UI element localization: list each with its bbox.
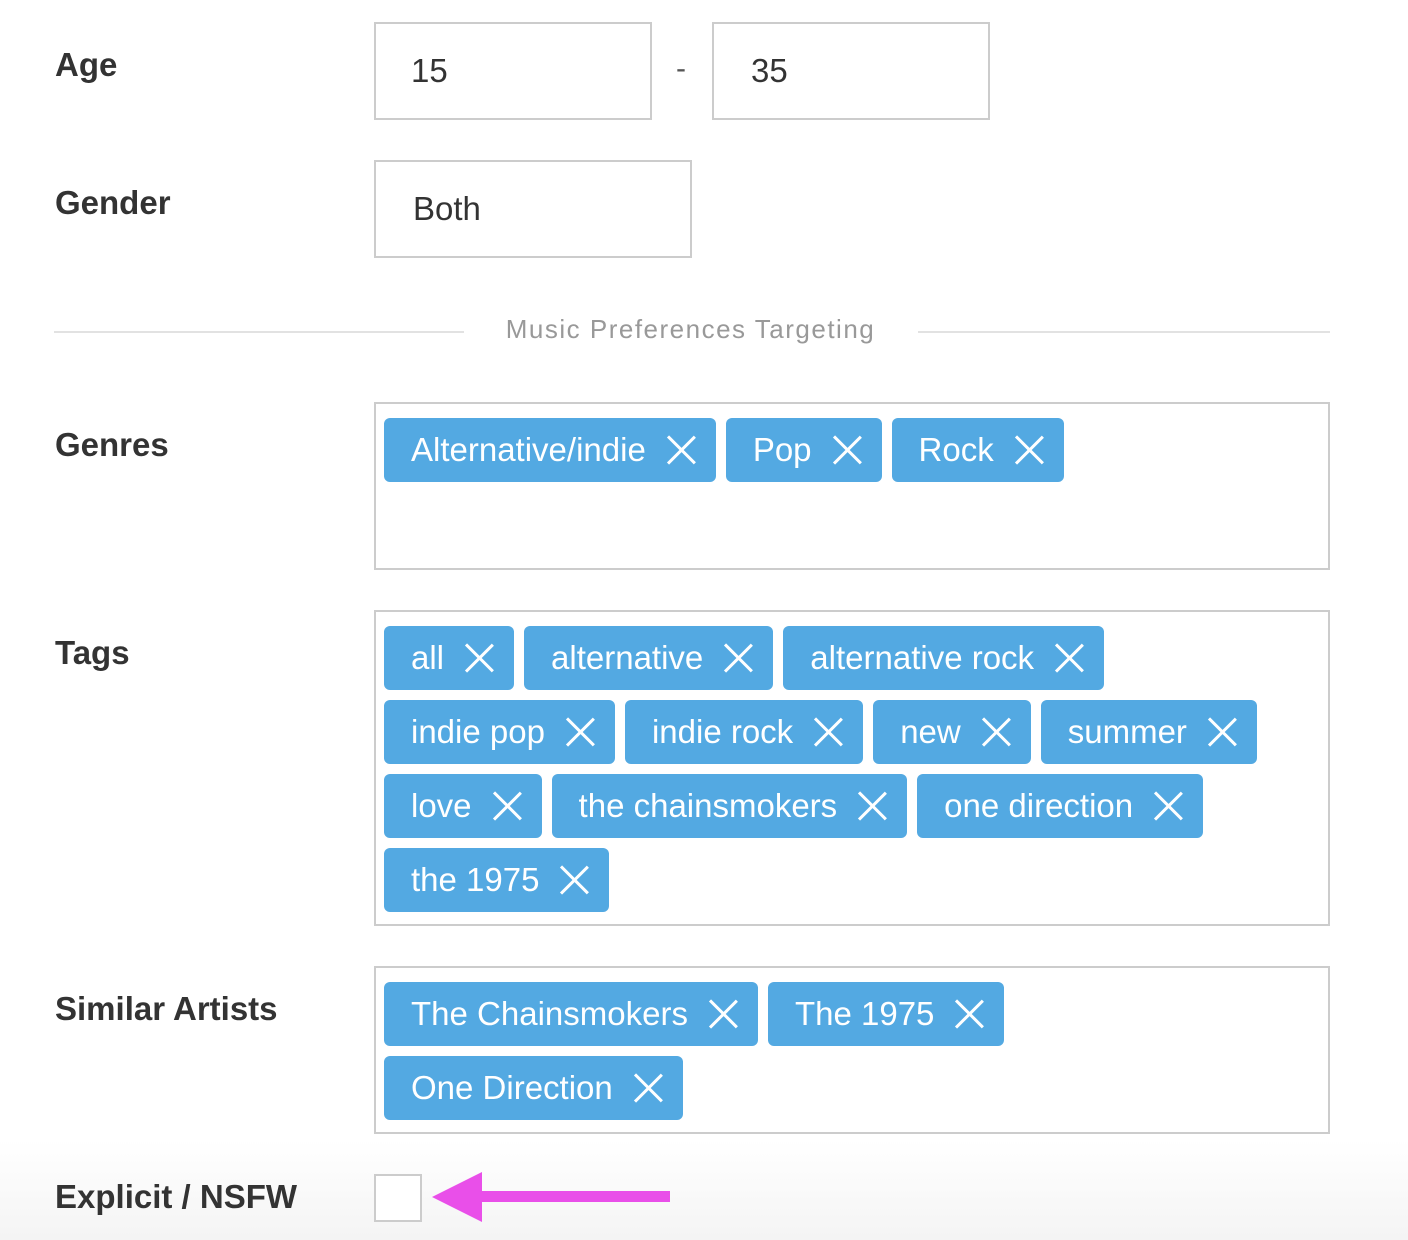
tag-label: The 1975 bbox=[794, 995, 935, 1032]
tag-label: Alternative/indie bbox=[411, 431, 646, 468]
age-separator: - bbox=[676, 52, 686, 85]
similar-artists-label: Similar Artists bbox=[55, 990, 278, 1027]
tag-label: all bbox=[411, 639, 445, 676]
remove-icon[interactable] bbox=[1207, 717, 1237, 747]
artist-tag[interactable]: The Chainsmokers bbox=[384, 982, 758, 1046]
tag-chip[interactable]: love bbox=[384, 774, 542, 838]
divider-line-right bbox=[918, 331, 1330, 333]
tag-label: new bbox=[900, 713, 961, 750]
tag-label: One Direction bbox=[411, 1069, 613, 1106]
gender-select[interactable]: Both bbox=[374, 160, 692, 258]
remove-icon[interactable] bbox=[981, 717, 1011, 747]
tag-label: alternative bbox=[551, 639, 704, 676]
remove-icon[interactable] bbox=[666, 435, 696, 465]
genre-tag[interactable]: Rock bbox=[891, 418, 1064, 482]
genres-label: Genres bbox=[55, 426, 169, 463]
remove-icon[interactable] bbox=[1014, 435, 1044, 465]
genre-tag[interactable]: Alternative/indie bbox=[384, 418, 716, 482]
tag-chip[interactable]: the chainsmokers bbox=[551, 774, 908, 838]
tag-label: the chainsmokers bbox=[578, 787, 838, 824]
tag-label: indie rock bbox=[651, 713, 794, 750]
tag-chip[interactable]: one direction bbox=[917, 774, 1204, 838]
artist-tag[interactable]: The 1975 bbox=[767, 982, 1005, 1046]
remove-icon[interactable] bbox=[708, 999, 738, 1029]
tag-label: alternative rock bbox=[810, 639, 1035, 676]
tag-label: indie pop bbox=[411, 713, 545, 750]
tag-chip[interactable]: alternative rock bbox=[783, 626, 1105, 690]
remove-icon[interactable] bbox=[633, 1073, 663, 1103]
age-min-input[interactable]: 15 bbox=[374, 22, 652, 120]
remove-icon[interactable] bbox=[1054, 643, 1084, 673]
remove-icon[interactable] bbox=[723, 643, 753, 673]
age-max-value: 35 bbox=[751, 52, 788, 89]
age-min-value: 15 bbox=[411, 52, 448, 89]
gender-value: Both bbox=[413, 190, 481, 227]
explicit-label: Explicit / NSFW bbox=[55, 1178, 298, 1215]
tag-label: love bbox=[411, 787, 472, 824]
remove-icon[interactable] bbox=[857, 791, 887, 821]
remove-icon[interactable] bbox=[832, 435, 862, 465]
annotation-arrow-icon bbox=[432, 1172, 670, 1222]
tag-chip[interactable]: all bbox=[384, 626, 515, 690]
gender-label: Gender bbox=[55, 184, 171, 221]
remove-icon[interactable] bbox=[954, 999, 984, 1029]
tag-label: summer bbox=[1067, 713, 1187, 750]
tag-chip[interactable]: indie pop bbox=[384, 700, 615, 764]
tag-chip[interactable]: summer bbox=[1040, 700, 1257, 764]
age-label: Age bbox=[55, 46, 118, 83]
tag-label: Rock bbox=[918, 431, 994, 468]
tags-tag-input[interactable]: all alternative alternative rock indie p… bbox=[374, 610, 1330, 926]
remove-icon[interactable] bbox=[492, 791, 522, 821]
tag-label: the 1975 bbox=[411, 861, 540, 898]
tag-chip[interactable]: the 1975 bbox=[384, 848, 610, 912]
tag-label: one direction bbox=[944, 787, 1134, 824]
section-divider-title: Music Preferences Targeting bbox=[505, 314, 876, 344]
tag-chip[interactable]: alternative bbox=[524, 626, 774, 690]
tag-chip[interactable]: new bbox=[873, 700, 1031, 764]
genre-tag[interactable]: Pop bbox=[725, 418, 882, 482]
remove-icon[interactable] bbox=[559, 865, 589, 895]
divider-line-left bbox=[54, 331, 464, 333]
tag-label: Pop bbox=[752, 431, 812, 468]
tag-label: The Chainsmokers bbox=[411, 995, 688, 1032]
tags-label: Tags bbox=[55, 634, 130, 671]
age-max-input[interactable]: 35 bbox=[712, 22, 990, 120]
remove-icon[interactable] bbox=[1153, 791, 1183, 821]
genres-tag-input[interactable]: Alternative/indie Pop Rock bbox=[374, 402, 1330, 570]
artist-tag[interactable]: One Direction bbox=[384, 1056, 683, 1120]
explicit-checkbox[interactable] bbox=[374, 1174, 422, 1222]
tag-chip[interactable]: indie rock bbox=[624, 700, 864, 764]
remove-icon[interactable] bbox=[565, 717, 595, 747]
remove-icon[interactable] bbox=[464, 643, 494, 673]
similar-artists-tag-input[interactable]: The Chainsmokers The 1975 One Direction bbox=[374, 966, 1330, 1134]
remove-icon[interactable] bbox=[813, 717, 843, 747]
